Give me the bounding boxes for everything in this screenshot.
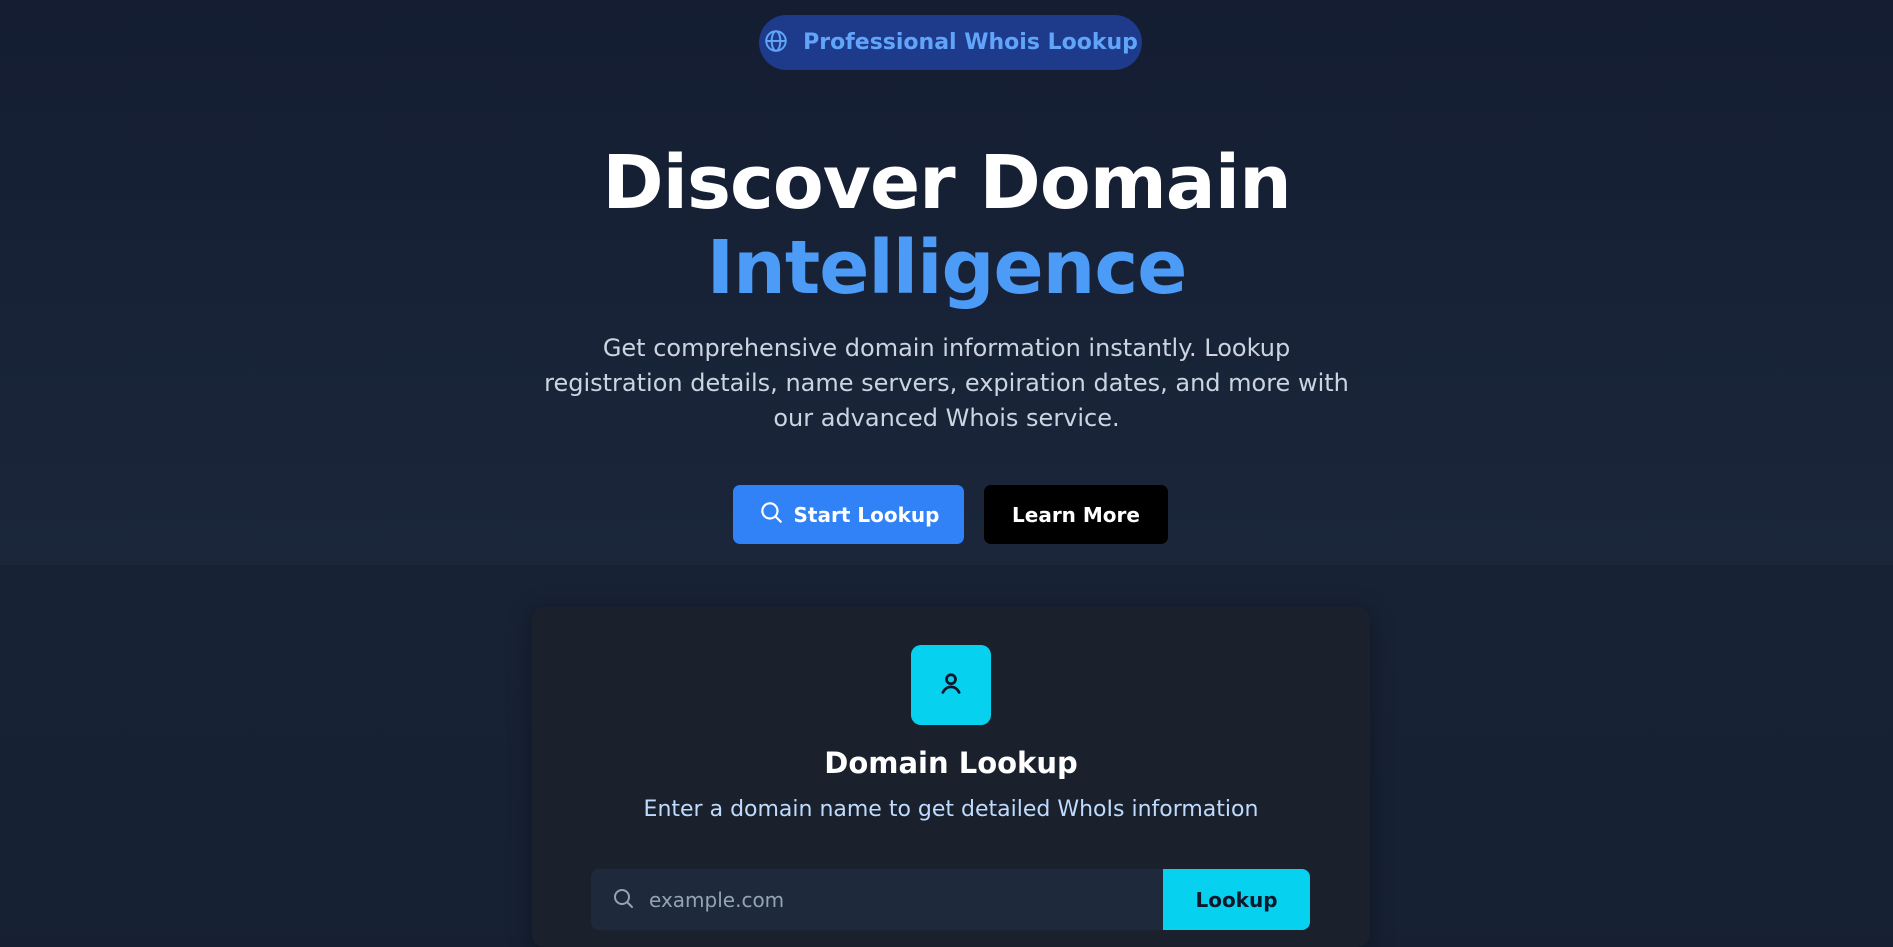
search-icon bbox=[611, 886, 647, 914]
learn-more-label: Learn More bbox=[1012, 502, 1140, 527]
page-title-highlight: Intelligence bbox=[706, 225, 1188, 311]
learn-more-button[interactable]: Learn More bbox=[984, 485, 1168, 544]
domain-search-box bbox=[591, 869, 1164, 930]
hero-subtitle: Get comprehensive domain information ins… bbox=[544, 334, 1349, 432]
lookup-button-label: Lookup bbox=[1195, 887, 1278, 912]
card-icon-tile bbox=[911, 645, 991, 725]
search-icon bbox=[758, 499, 784, 530]
globe-icon bbox=[763, 28, 789, 58]
hero-badge: Professional Whois Lookup bbox=[759, 15, 1142, 70]
lookup-button[interactable]: Lookup bbox=[1163, 869, 1310, 930]
page-title: Discover Domain bbox=[602, 140, 1292, 226]
start-lookup-label: Start Lookup bbox=[793, 502, 940, 527]
domain-input[interactable] bbox=[647, 886, 1151, 913]
start-lookup-button[interactable]: Start Lookup bbox=[733, 485, 964, 544]
card-subtitle: Enter a domain name to get detailed WhoI… bbox=[643, 797, 1259, 822]
card-title: Domain Lookup bbox=[824, 746, 1078, 780]
badge-label: Professional Whois Lookup bbox=[803, 30, 1138, 55]
user-icon bbox=[936, 668, 966, 702]
